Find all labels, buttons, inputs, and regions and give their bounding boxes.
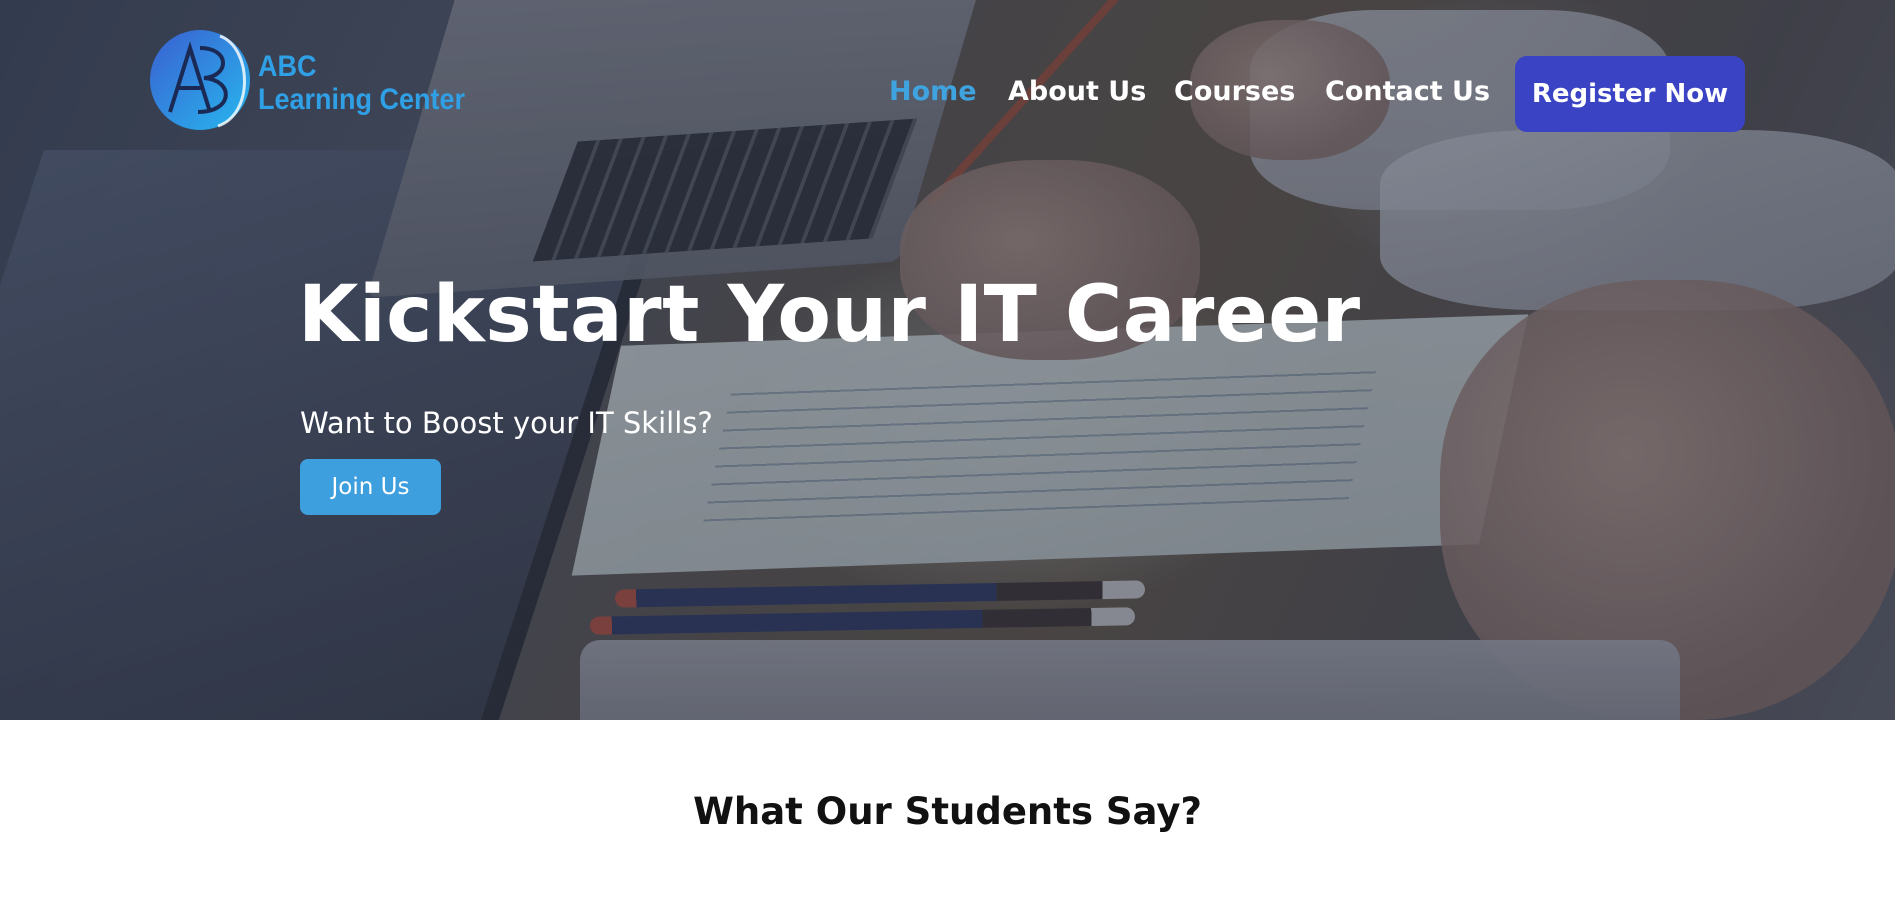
hero-title: Kickstart Your IT Career <box>298 270 1361 360</box>
nav-contact-us[interactable]: Contact Us <box>1325 76 1490 112</box>
nav-home[interactable]: Home <box>889 76 977 112</box>
logo-text-line1: ABC <box>258 50 317 83</box>
abc-monogram-logo-icon <box>150 30 250 130</box>
hero-subtitle: Want to Boost your IT Skills? <box>300 406 713 440</box>
site-logo[interactable]: ABC Learning Center <box>148 28 498 138</box>
hero-section: ABC Learning Center Home About Us Course… <box>0 0 1895 720</box>
testimonials-title: What Our Students Say? <box>693 790 1202 833</box>
nav-about-us[interactable]: About Us <box>1008 76 1146 112</box>
nav-courses[interactable]: Courses <box>1174 76 1295 112</box>
logo-text-line2: Learning Center <box>258 83 466 116</box>
join-us-button[interactable]: Join Us <box>300 459 441 515</box>
register-now-button[interactable]: Register Now <box>1515 56 1745 132</box>
